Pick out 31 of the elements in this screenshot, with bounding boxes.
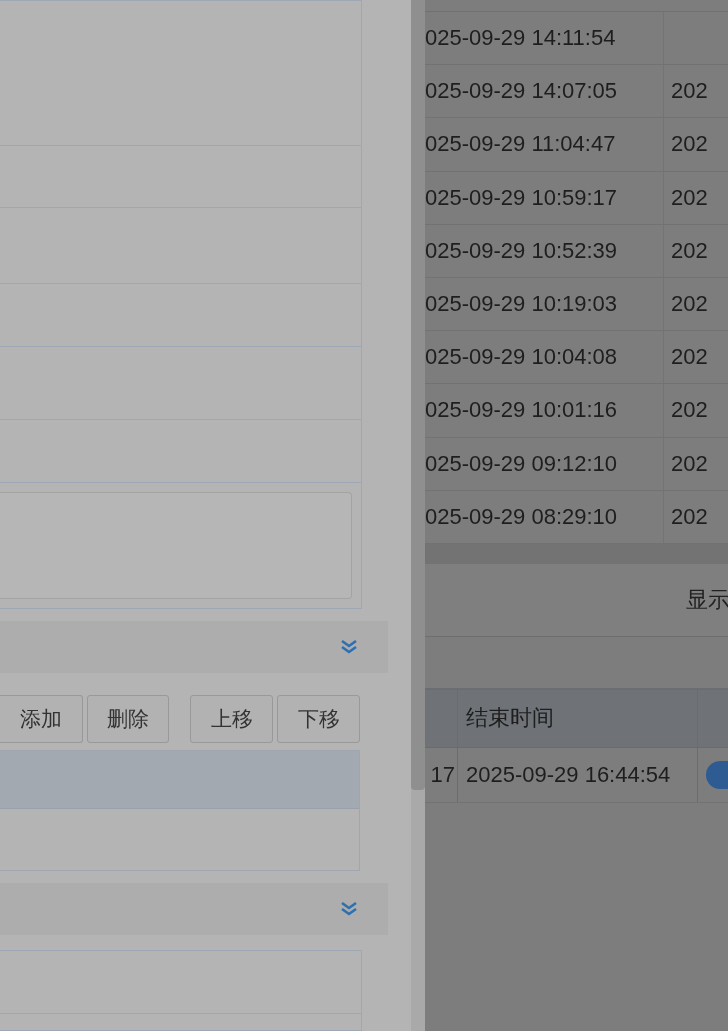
table-cell-text: 202 xyxy=(670,291,708,318)
table-cell-text: 2025-09-29 16:44:54 xyxy=(465,761,671,788)
table-cell: 025-09-29 10:04:08 xyxy=(425,344,618,371)
column-header: 结束时间 xyxy=(465,704,554,733)
table-cell: 025-09-29 08:29:10 xyxy=(425,503,618,530)
table-cell: 025-09-29 10:19:03 xyxy=(425,291,618,318)
table-cell-text: 202 xyxy=(670,237,708,264)
toolbar-button[interactable]: 删除 xyxy=(86,695,170,743)
table-cell: 025-09-29 11:04:47 xyxy=(425,131,616,158)
table-cell-text: 17 xyxy=(430,761,456,788)
table-cell: 025-09-29 10:01:16 xyxy=(425,397,618,424)
table-cell-text: 202 xyxy=(670,450,708,477)
scrollbar-thumb[interactable] xyxy=(411,0,425,790)
table-cell-text: 202 xyxy=(670,344,708,371)
table-cell: 025-09-29 10:59:17 xyxy=(425,184,618,211)
horizontal-scrollbar[interactable] xyxy=(425,543,728,564)
table-cell: 025-09-29 14:07:05 xyxy=(425,78,618,105)
toolbar-button[interactable]: 下移 xyxy=(277,695,360,743)
table-cell-text: 202 xyxy=(670,397,708,424)
table-cell: 025-09-29 10:52:39 xyxy=(425,237,618,264)
double-chevron-down-icon[interactable] xyxy=(340,901,358,917)
table-cell-text: 202 xyxy=(670,184,708,211)
toolbar-button[interactable]: 上移 xyxy=(190,695,274,743)
table-cell: 025-09-29 09:12:10 xyxy=(425,450,618,477)
toolbar-button[interactable]: 添加 xyxy=(0,695,83,743)
table-cell: 025-09-29 14:11:54 xyxy=(425,25,616,52)
status-icon xyxy=(706,760,728,789)
table-cell-text: 202 xyxy=(670,503,708,530)
double-chevron-down-icon[interactable] xyxy=(340,639,358,655)
table-cell-text: 202 xyxy=(670,131,708,158)
table-cell-text: 202 xyxy=(670,78,708,105)
